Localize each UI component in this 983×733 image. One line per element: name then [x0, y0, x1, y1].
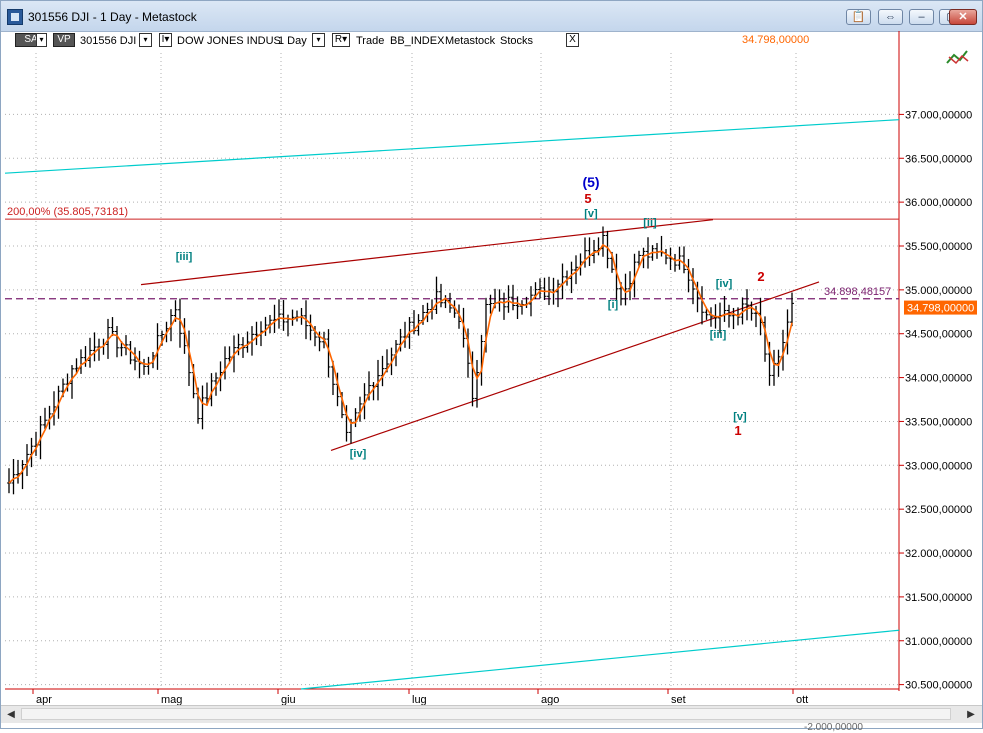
price-tick-label: 31.500,00000 [905, 592, 972, 604]
wave-label: 2 [757, 269, 764, 284]
wave-label: 1 [734, 423, 741, 438]
wave-label: [i] [608, 299, 619, 311]
moving-average-line [8, 243, 793, 484]
wave-label: [v] [733, 411, 747, 423]
lower-channel-line [300, 629, 900, 690]
horizontal-scrollbar[interactable]: ◀ ▶ [1, 705, 982, 723]
wedge-upper-trendline [140, 219, 714, 286]
wave-label: (5) [582, 174, 599, 190]
price-tick-label: 35.000,00000 [905, 285, 972, 297]
wave-label: [iii] [176, 251, 193, 263]
upper-channel-line [4, 119, 900, 174]
wave-label: [iv] [716, 278, 733, 290]
scroll-left-icon[interactable]: ◀ [4, 708, 18, 721]
candles-group [7, 226, 794, 495]
lower-pane-label: -2.000,00000 [804, 722, 863, 733]
price-chart[interactable]: 37.000,00000 36.500,00000 36.000,00000 35.5… [1, 1, 982, 728]
chart-trend-icon [946, 50, 969, 65]
price-tick-label: 34.000,00000 [905, 373, 972, 385]
scroll-thumb[interactable] [21, 708, 951, 720]
price-tick-label: 32.500,00000 [905, 504, 972, 516]
fib-level-label: 200,00% (35.805,73181) [7, 206, 128, 218]
price-tick-label: 36.500,00000 [905, 153, 972, 165]
price-tick-label: 36.000,00000 [905, 197, 972, 209]
wedge-lower-trendline [330, 281, 820, 451]
wave-label: [iii] [710, 329, 727, 341]
price-tick-label: 33.000,00000 [905, 460, 972, 472]
price-tick-label: 37.000,00000 [905, 109, 972, 121]
price-tick-label: 34.500,00000 [905, 329, 972, 341]
dashed-level-label: 34.898,48157 [824, 286, 891, 298]
scroll-right-icon[interactable]: ▶ [964, 708, 978, 721]
price-tick-label: 35.500,00000 [905, 241, 972, 253]
price-tick-label: 33.500,00000 [905, 416, 972, 428]
wave-label: 5 [584, 191, 591, 206]
price-tick-label: 30.500,00000 [905, 680, 972, 692]
chart-window: 301556 DJI - 1 Day - Metastock 📋 ⇔ ‒ ▢ ✕… [0, 0, 983, 733]
price-tick-label: 32.000,00000 [905, 548, 972, 560]
wave-label: [iv] [350, 448, 367, 460]
wave-label: [ii] [643, 217, 657, 229]
current-price-label: 34.798,00000 [907, 303, 974, 315]
price-tick-label: 31.000,00000 [905, 636, 972, 648]
wave-label: [v] [584, 208, 598, 220]
